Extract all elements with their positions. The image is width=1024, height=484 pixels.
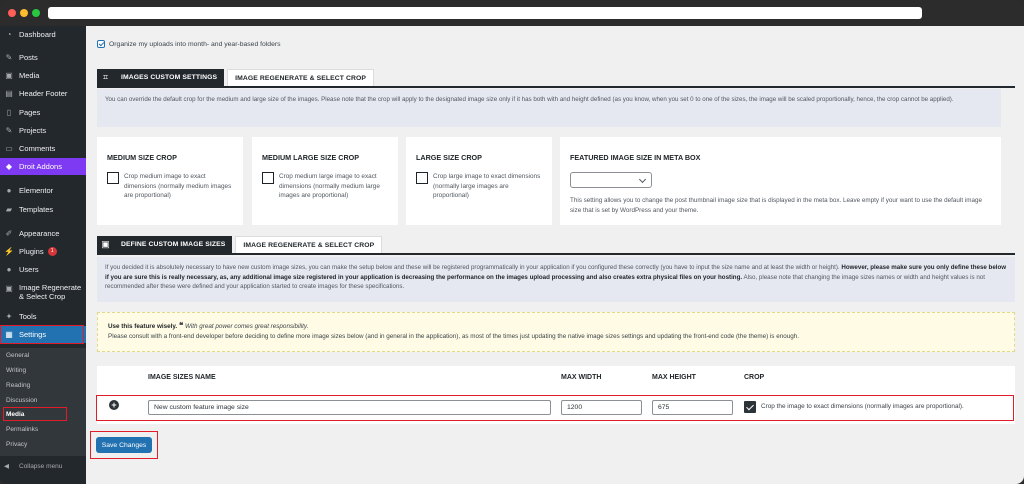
media-highlight [3, 407, 67, 421]
sidebar-item-pages[interactable]: ▯ Pages [0, 104, 86, 121]
sidebar-item-media[interactable]: ▣ Media [0, 67, 86, 84]
custom-sizes-info-panel: If you decided it is absolutely necessar… [97, 257, 1015, 302]
image-icon: ▣ [5, 283, 13, 293]
sidebar-item-appearance[interactable]: ✐ Appearance [0, 225, 86, 242]
medium-large-crop-card: MEDIUM LARGE SIZE CROP Crop medium large… [252, 137, 398, 225]
organize-uploads-row: Organize my uploads into month- and year… [97, 40, 281, 48]
section2-divider [97, 253, 1015, 255]
settings-submenu: General Writing Reading Discussion Media… [0, 348, 86, 456]
browser-window: ◔ Dashboard ✎ Posts ▣ Media ▤ Header Footer … [0, 0, 1024, 484]
sidebar-item-users[interactable]: ● Users [0, 261, 86, 278]
sidebar-item-dashboard[interactable]: ◔ Dashboard [0, 26, 86, 43]
crop-info-panel: You can override the default crop for th… [97, 89, 1001, 127]
sidebar-item-posts[interactable]: ✎ Posts [0, 49, 86, 66]
large-crop-title: LARGE SIZE CROP [416, 153, 482, 162]
medium-crop-title: MEDIUM SIZE CROP [107, 153, 177, 162]
section1-tabs: ⌗ IMAGES CUSTOM SETTINGS IMAGE REGENERAT… [97, 69, 375, 86]
tab-image-regenerate-2[interactable]: IMAGE REGENERATE & SELECT CROP [235, 236, 383, 253]
large-crop-checkbox[interactable] [416, 172, 428, 184]
medium-large-crop-checkbox[interactable] [262, 172, 274, 184]
minimize-window-dot[interactable] [20, 9, 28, 17]
wrench-icon: ✦ [5, 312, 13, 321]
sidebar-item-plugins[interactable]: ⚡ Plugins 1 [0, 243, 86, 260]
layout-icon: ▤ [5, 89, 13, 98]
dashboard-icon: ◔ [6, 30, 12, 39]
submenu-permalinks[interactable]: Permalinks [6, 426, 38, 433]
submenu-writing[interactable]: Writing [6, 367, 26, 374]
sidebar-item-image-regenerate[interactable]: ▣ Image Regenerate & Select Crop [0, 280, 86, 306]
col-header-height: MAX HEIGHT [652, 374, 696, 381]
featured-size-card: FEATURED IMAGE SIZE IN META BOX This set… [560, 137, 1001, 225]
folder-icon: ▰ [5, 205, 13, 214]
maximize-window-dot[interactable] [32, 9, 40, 17]
section2-tabs: ▣ DEFINE CUSTOM IMAGE SIZES IMAGE REGENE… [97, 236, 383, 253]
admin-sidebar: ◔ Dashboard ✎ Posts ▣ Media ▤ Header Footer … [0, 26, 86, 484]
tab-define-custom-sizes[interactable]: DEFINE CUSTOM IMAGE SIZES [114, 236, 233, 253]
pin-icon: ✎ [5, 53, 13, 62]
featured-size-select[interactable] [570, 172, 652, 188]
sidebar-item-header-footer[interactable]: ▤ Header Footer [0, 85, 86, 102]
pin-icon: ✎ [5, 126, 13, 135]
user-icon: ● [6, 265, 12, 274]
brush-icon: ✐ [5, 229, 13, 238]
medium-crop-card: MEDIUM SIZE CROP Crop medium image to ex… [97, 137, 243, 225]
sidebar-item-tools[interactable]: ✦ Tools [0, 308, 86, 325]
page-icon: ▯ [6, 108, 12, 117]
col-header-width: MAX WIDTH [561, 374, 602, 381]
sidebar-item-elementor[interactable]: ● Elementor [0, 182, 86, 199]
tab-images-custom-settings[interactable]: IMAGES CUSTOM SETTINGS [114, 69, 225, 86]
tab-image-regenerate-1[interactable]: IMAGE REGENERATE & SELECT CROP [227, 69, 375, 86]
organize-uploads-checkbox[interactable] [97, 40, 105, 48]
medium-large-crop-title: MEDIUM LARGE SIZE CROP [262, 153, 360, 162]
col-header-crop: CROP [744, 374, 765, 381]
col-header-name: IMAGE SIZES NAME [148, 374, 216, 381]
elementor-icon: ● [6, 186, 12, 195]
browser-titlebar [0, 0, 1024, 26]
large-crop-card: LARGE SIZE CROP Crop large image to exac… [406, 137, 552, 225]
comment-icon: ▭ [5, 144, 13, 153]
submenu-reading[interactable]: Reading [6, 382, 30, 389]
droit-icon: ◆ [5, 162, 13, 171]
plugin-icon: ⚡ [4, 247, 14, 256]
submenu-privacy[interactable]: Privacy [6, 441, 27, 448]
submenu-general[interactable]: General [6, 352, 29, 359]
row-highlight [96, 395, 1014, 421]
featured-size-title: FEATURED IMAGE SIZE IN META BOX [570, 153, 701, 162]
wisdom-notice: Use this feature wisely. ❝ With great po… [97, 312, 1015, 352]
collapse-icon: ◀ [4, 463, 9, 470]
plugins-update-badge: 1 [47, 247, 57, 256]
sidebar-item-projects[interactable]: ✎ Projects [0, 122, 86, 139]
media-icon: ▣ [5, 71, 13, 80]
save-highlight [90, 431, 158, 459]
collapse-menu-button[interactable]: ◀ Collapse menu [0, 458, 86, 474]
section1-divider [97, 86, 1015, 88]
crop-icon: ⌗ [97, 69, 114, 86]
quote-icon: ❝ [178, 321, 184, 330]
close-window-dot[interactable] [8, 9, 16, 17]
medium-crop-checkbox[interactable] [107, 172, 119, 184]
sidebar-item-templates[interactable]: ▰ Templates [0, 201, 86, 218]
submenu-discussion[interactable]: Discussion [6, 397, 37, 404]
image-sizes-icon: ▣ [97, 236, 114, 253]
address-bar[interactable] [48, 7, 922, 19]
sidebar-item-comments[interactable]: ▭ Comments [0, 140, 86, 157]
sidebar-item-droit-addons[interactable]: ◆ Droit Addons [0, 158, 86, 175]
main-content: Organize my uploads into month- and year… [86, 26, 1024, 484]
settings-highlight [0, 325, 84, 344]
